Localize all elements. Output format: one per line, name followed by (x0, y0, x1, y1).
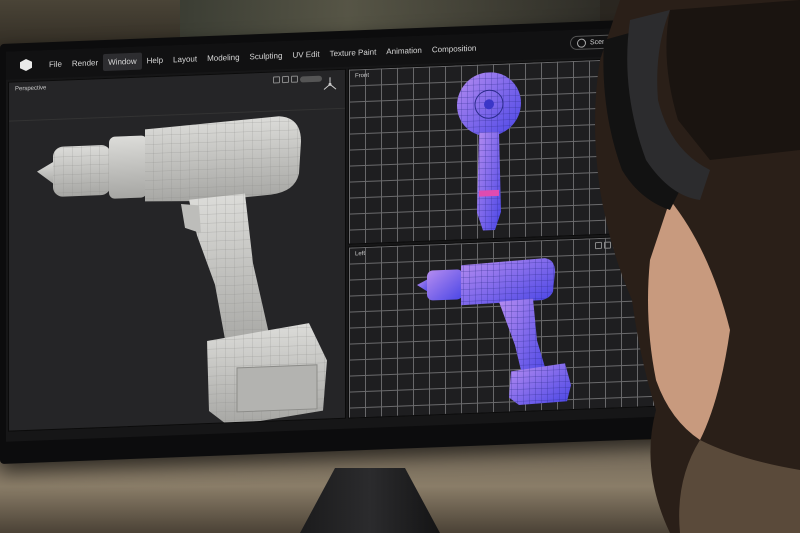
person-with-headphones (595, 0, 800, 533)
view-toggle-button[interactable] (282, 75, 289, 84)
view-toggle-button[interactable] (273, 76, 280, 84)
drill-model-wireframe-front (457, 72, 521, 231)
drill-model-wireframe-left (417, 258, 571, 406)
viewport-label-left: Left (355, 250, 366, 258)
menu-animation[interactable]: Animation (381, 41, 427, 60)
viewport-perspective[interactable]: Perspective (8, 68, 346, 432)
drill-model-solid (37, 116, 327, 427)
viewport-controls (273, 75, 322, 84)
menu-window[interactable]: Window (103, 52, 142, 71)
menu-layout[interactable]: Layout (168, 50, 202, 68)
view-toggle-button[interactable] (291, 75, 298, 83)
menu-help[interactable]: Help (142, 51, 168, 69)
shading-dropdown[interactable] (300, 75, 322, 82)
menu-file[interactable]: File (44, 55, 67, 73)
viewport-label-perspective: Perspective (15, 85, 47, 93)
menu-modeling[interactable]: Modeling (202, 48, 244, 67)
menu-uv-edit[interactable]: UV Edit (287, 45, 324, 63)
app-logo-icon[interactable] (20, 59, 32, 71)
menu-render[interactable]: Render (67, 54, 103, 72)
menu-composition[interactable]: Composition (427, 39, 481, 58)
menu-texture-paint[interactable]: Texture Paint (325, 43, 382, 62)
menu-sculpting[interactable]: Sculpting (245, 46, 288, 65)
axis-gizmo-icon[interactable] (322, 76, 338, 93)
viewport-label-front: Front (355, 72, 370, 80)
